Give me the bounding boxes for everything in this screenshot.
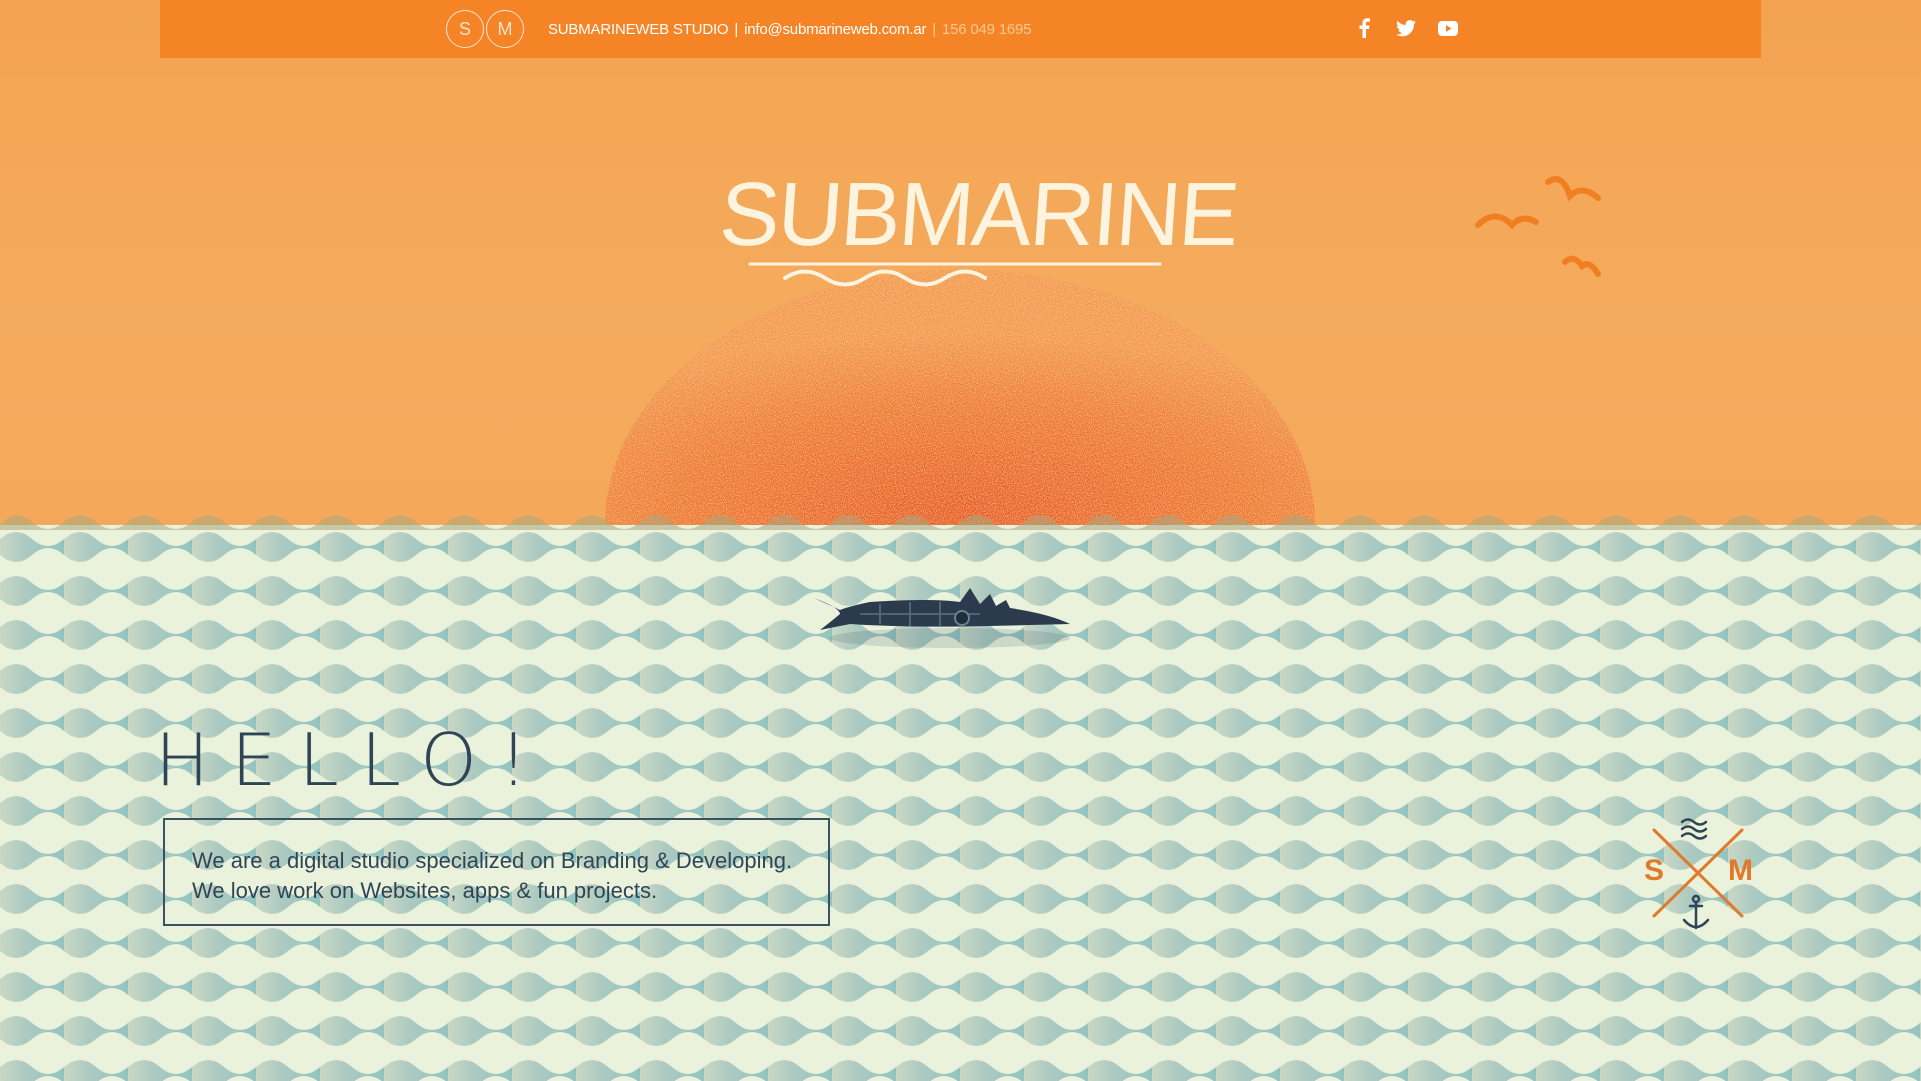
intro-box: We are a digital studio specialized on B… — [163, 818, 830, 926]
phone-number: 156 049 1695 — [941, 20, 1032, 38]
intro-box-border-gap — [165, 816, 625, 820]
sm-logo[interactable]: S M — [446, 10, 526, 50]
email-link[interactable]: info@submarineweb.com.ar — [744, 21, 926, 38]
submarine-illustration — [814, 588, 1070, 648]
social-links — [1352, 16, 1460, 40]
brand-wave-underline — [748, 262, 1162, 287]
top-bar: S M SUBMARINEWEB STUDIO | info@submarine… — [160, 0, 1761, 58]
hello-heading: HELLO! — [155, 718, 550, 802]
emblem-letter-m: M — [1728, 854, 1753, 887]
emblem-letter-s: S — [1644, 854, 1664, 887]
sm-anchor-emblem[interactable]: S M — [1640, 810, 1760, 935]
intro-line-1: We are a digital studio specialized on B… — [192, 848, 793, 873]
studio-name: SUBMARINEWEB STUDIO — [548, 20, 729, 38]
logo-letter-s: S — [446, 10, 484, 48]
twitter-icon[interactable] — [1394, 16, 1418, 40]
youtube-icon[interactable] — [1436, 16, 1460, 40]
phone-separator: | — [932, 20, 936, 38]
studio-info: SUBMARINEWEB STUDIO | info@submarineweb.… — [548, 0, 1032, 58]
intro-line-2: We love work on Websites, apps & fun pro… — [192, 878, 658, 903]
intro-text: We are a digital studio specialized on B… — [192, 846, 792, 906]
logo-letter-m: M — [486, 10, 524, 48]
separator: | — [734, 20, 739, 38]
facebook-icon[interactable] — [1352, 16, 1376, 40]
brand-logo: SUBMARINE — [717, 160, 1241, 295]
birds-illustration — [1475, 176, 1601, 277]
